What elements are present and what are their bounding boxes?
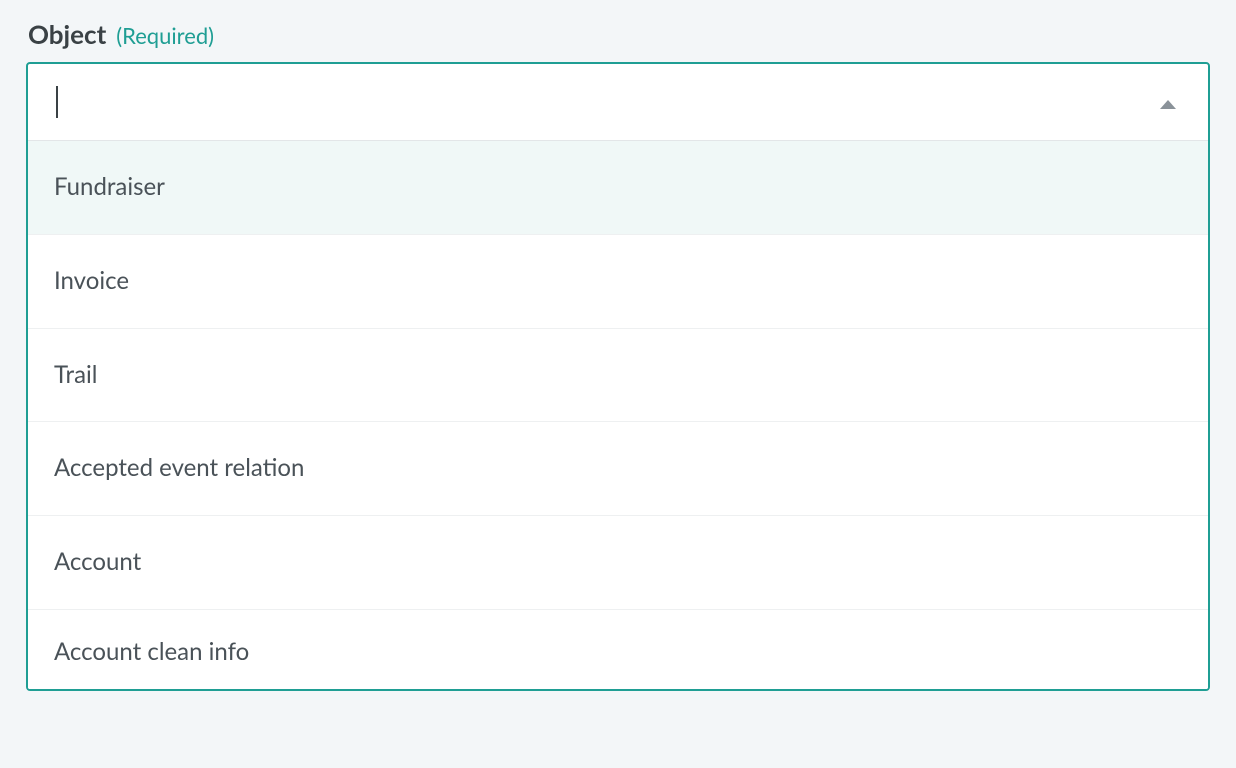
dropdown-option-account-clean-info[interactable]: Account clean info <box>28 610 1208 689</box>
chevron-up-icon[interactable] <box>1160 100 1176 109</box>
dropdown-option-accepted-event-relation[interactable]: Accepted event relation <box>28 422 1208 516</box>
dropdown-option-fundraiser[interactable]: Fundraiser <box>28 141 1208 235</box>
field-label-row: Object (Required) <box>26 18 1210 50</box>
dropdown-option-invoice[interactable]: Invoice <box>28 235 1208 329</box>
object-search-input[interactable] <box>58 88 1160 117</box>
dropdown-list: Fundraiser Invoice Trail Accepted event … <box>28 140 1208 689</box>
object-select[interactable]: Fundraiser Invoice Trail Accepted event … <box>26 62 1210 691</box>
select-input-row[interactable] <box>28 64 1208 140</box>
dropdown-option-trail[interactable]: Trail <box>28 329 1208 423</box>
dropdown-option-account[interactable]: Account <box>28 516 1208 610</box>
field-label: Object <box>28 18 106 50</box>
required-tag: (Required) <box>116 22 214 49</box>
